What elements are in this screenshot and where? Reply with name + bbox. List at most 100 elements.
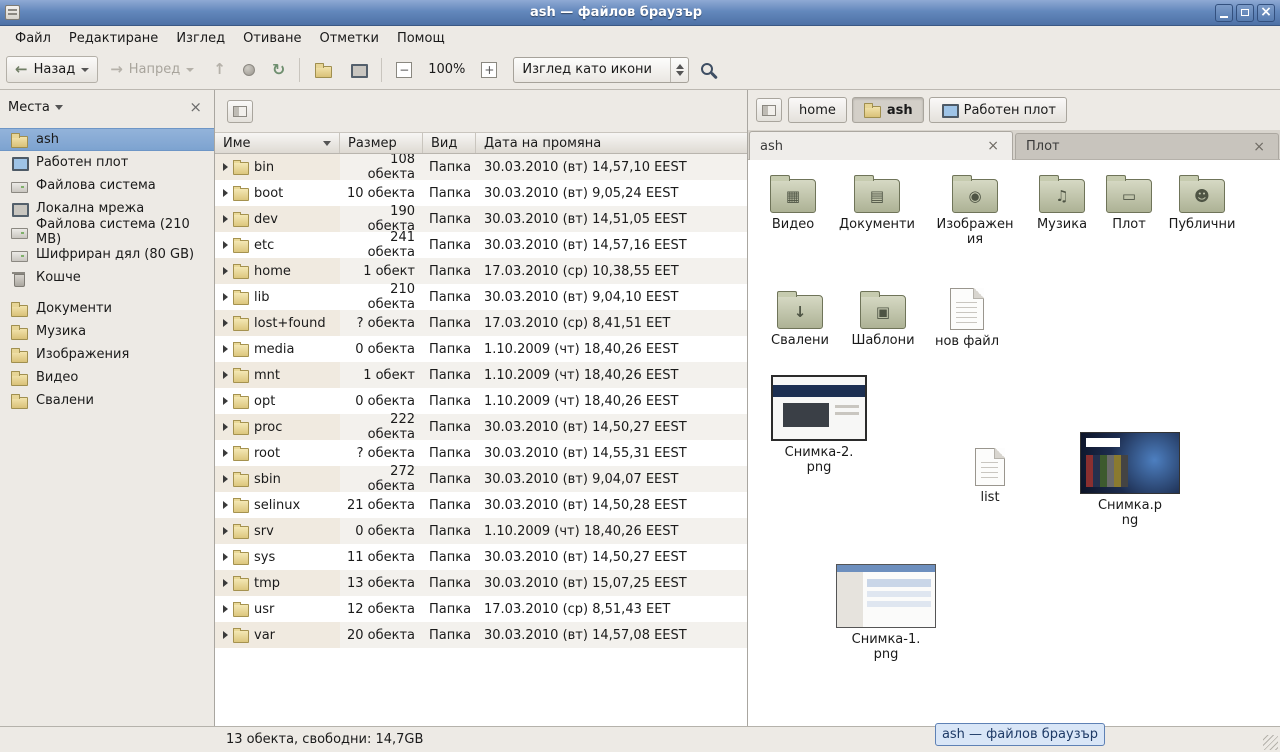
taskbar-window-button[interactable]: ash — файлов браузър <box>935 723 1105 746</box>
expander-icon[interactable] <box>223 189 228 197</box>
table-row[interactable]: selinux 21 обекта Папка 30.03.2010 (вт) … <box>215 492 747 518</box>
column-header-name[interactable]: Име <box>215 133 340 153</box>
expander-icon[interactable] <box>223 163 228 171</box>
table-row[interactable]: sys 11 обекта Папка 30.03.2010 (вт) 14,5… <box>215 544 747 570</box>
expander-icon[interactable] <box>223 319 228 327</box>
sidebar-item[interactable]: Кошче <box>0 266 214 289</box>
column-header-date[interactable]: Дата на промяна <box>476 133 747 153</box>
icon-view-item[interactable]: list <box>947 448 1033 505</box>
zoom-in-button[interactable]: + <box>474 56 504 84</box>
reload-button[interactable]: ↻ <box>265 56 292 84</box>
expander-icon[interactable] <box>223 501 228 509</box>
table-row[interactable]: etc 241 обекта Папка 30.03.2010 (вт) 14,… <box>215 232 747 258</box>
table-row[interactable]: root ? обекта Папка 30.03.2010 (вт) 14,5… <box>215 440 747 466</box>
menu-item[interactable]: Помощ <box>388 28 454 49</box>
icon-view-item[interactable]: Снимка-2.png <box>767 375 871 475</box>
maximize-button[interactable] <box>1236 4 1254 22</box>
menu-item[interactable]: Редактиране <box>60 28 167 49</box>
expander-icon[interactable] <box>223 215 228 223</box>
table-row[interactable]: lost+found ? обекта Папка 17.03.2010 (ср… <box>215 310 747 336</box>
back-dropdown-icon[interactable] <box>81 68 89 72</box>
view-mode-select[interactable]: Изглед като икони <box>513 57 689 83</box>
tab[interactable]: Плот × <box>1015 133 1279 159</box>
sidebar-item[interactable]: Видео <box>0 366 214 389</box>
minimize-button[interactable] <box>1215 4 1233 22</box>
expander-icon[interactable] <box>223 449 228 457</box>
expander-icon[interactable] <box>223 605 228 613</box>
forward-button[interactable]: → Напред <box>101 56 203 83</box>
menu-item[interactable]: Отиване <box>234 28 310 49</box>
table-row[interactable]: mnt 1 обект Папка 1.10.2009 (чт) 18,40,2… <box>215 362 747 388</box>
computer-button[interactable] <box>342 56 374 84</box>
icon-view-item[interactable]: ▦ Видео <box>750 172 836 232</box>
menu-item[interactable]: Изглед <box>167 28 234 49</box>
breadcrumb-button[interactable]: ash <box>852 97 924 123</box>
column-header-size[interactable]: Размер <box>340 133 423 153</box>
icon-area[interactable]: ▦ Видео ▤ Документи ◉ Изображения ♫ Музи… <box>748 160 1280 726</box>
table-row[interactable]: home 1 обект Папка 17.03.2010 (ср) 10,38… <box>215 258 747 284</box>
table-row[interactable]: boot 10 обекта Папка 30.03.2010 (вт) 9,0… <box>215 180 747 206</box>
expander-icon[interactable] <box>223 579 228 587</box>
icon-view-item[interactable]: Снимка-1.png <box>834 564 938 662</box>
expander-icon[interactable] <box>223 631 228 639</box>
expander-icon[interactable] <box>223 423 228 431</box>
home-button[interactable] <box>307 56 339 84</box>
search-button[interactable] <box>692 55 726 85</box>
table-row[interactable]: var 20 обекта Папка 30.03.2010 (вт) 14,5… <box>215 622 747 648</box>
sidebar-item[interactable]: Музика <box>0 320 214 343</box>
icon-view-item[interactable]: ↓ Свалени <box>757 288 843 348</box>
tab[interactable]: ash × <box>749 131 1013 160</box>
titlebar[interactable]: ash — файлов браузър <box>0 0 1280 26</box>
icon-view-item[interactable]: ▤ Документи <box>834 172 920 232</box>
sidebar-item[interactable]: Документи <box>0 297 214 320</box>
table-row[interactable]: dev 190 обекта Папка 30.03.2010 (вт) 14,… <box>215 206 747 232</box>
back-button[interactable]: ← Назад <box>6 56 98 83</box>
icon-view-item[interactable]: ☻ Публични <box>1159 172 1245 232</box>
table-row[interactable]: proc 222 обекта Папка 30.03.2010 (вт) 14… <box>215 414 747 440</box>
sidebar-close-icon[interactable]: × <box>185 99 206 116</box>
list-pane-button[interactable] <box>227 100 253 123</box>
stop-button[interactable] <box>236 58 262 82</box>
tab-close-icon[interactable]: × <box>984 138 1002 154</box>
table-row[interactable]: media 0 обекта Папка 1.10.2009 (чт) 18,4… <box>215 336 747 362</box>
table-row[interactable]: bin 108 обекта Папка 30.03.2010 (вт) 14,… <box>215 154 747 180</box>
column-header-type[interactable]: Вид <box>423 133 476 153</box>
pathbar-left-button[interactable] <box>756 98 782 122</box>
menu-item[interactable]: Отметки <box>310 28 387 49</box>
table-row[interactable]: tmp 13 обекта Папка 30.03.2010 (вт) 15,0… <box>215 570 747 596</box>
close-button[interactable] <box>1257 4 1275 22</box>
combo-spinner[interactable] <box>670 58 688 82</box>
sidebar-item[interactable]: Шифриран дял (80 GB) <box>0 243 214 266</box>
sidebar-item[interactable]: Файлова система <box>0 174 214 197</box>
sidebar-dropdown-icon[interactable] <box>55 105 63 110</box>
table-row[interactable]: srv 0 обекта Папка 1.10.2009 (чт) 18,40,… <box>215 518 747 544</box>
zoom-out-button[interactable]: − <box>389 56 419 84</box>
icon-view-item[interactable]: нов файл <box>924 288 1010 349</box>
sidebar-item[interactable]: Файлова система (210 MB) <box>0 220 214 243</box>
icon-view-item[interactable]: ▣ Шаблони <box>840 288 926 348</box>
breadcrumb-button[interactable]: Работен плот <box>929 97 1067 123</box>
go-up-button[interactable]: ↑ <box>206 56 233 83</box>
sidebar-item[interactable]: Изображения <box>0 343 214 366</box>
table-row[interactable]: usr 12 обекта Папка 17.03.2010 (ср) 8,51… <box>215 596 747 622</box>
expander-icon[interactable] <box>223 293 228 301</box>
breadcrumb-button[interactable]: home <box>788 97 847 123</box>
expander-icon[interactable] <box>223 371 228 379</box>
expander-icon[interactable] <box>223 475 228 483</box>
expander-icon[interactable] <box>223 553 228 561</box>
sidebar-item[interactable]: ash <box>0 128 214 151</box>
tab-close-icon[interactable]: × <box>1250 139 1268 155</box>
expander-icon[interactable] <box>223 527 228 535</box>
sidebar-item[interactable]: Работен плот <box>0 151 214 174</box>
expander-icon[interactable] <box>223 267 228 275</box>
resize-grip[interactable] <box>1263 735 1278 750</box>
expander-icon[interactable] <box>223 345 228 353</box>
table-row[interactable]: opt 0 обекта Папка 1.10.2009 (чт) 18,40,… <box>215 388 747 414</box>
expander-icon[interactable] <box>223 397 228 405</box>
icon-view-item[interactable]: ◉ Изображения <box>932 172 1018 247</box>
expander-icon[interactable] <box>223 241 228 249</box>
table-row[interactable]: lib 210 обекта Папка 30.03.2010 (вт) 9,0… <box>215 284 747 310</box>
table-row[interactable]: sbin 272 обекта Папка 30.03.2010 (вт) 9,… <box>215 466 747 492</box>
sidebar-item[interactable]: Свалени <box>0 389 214 412</box>
icon-view-item[interactable]: Снимка.png <box>1078 432 1182 528</box>
